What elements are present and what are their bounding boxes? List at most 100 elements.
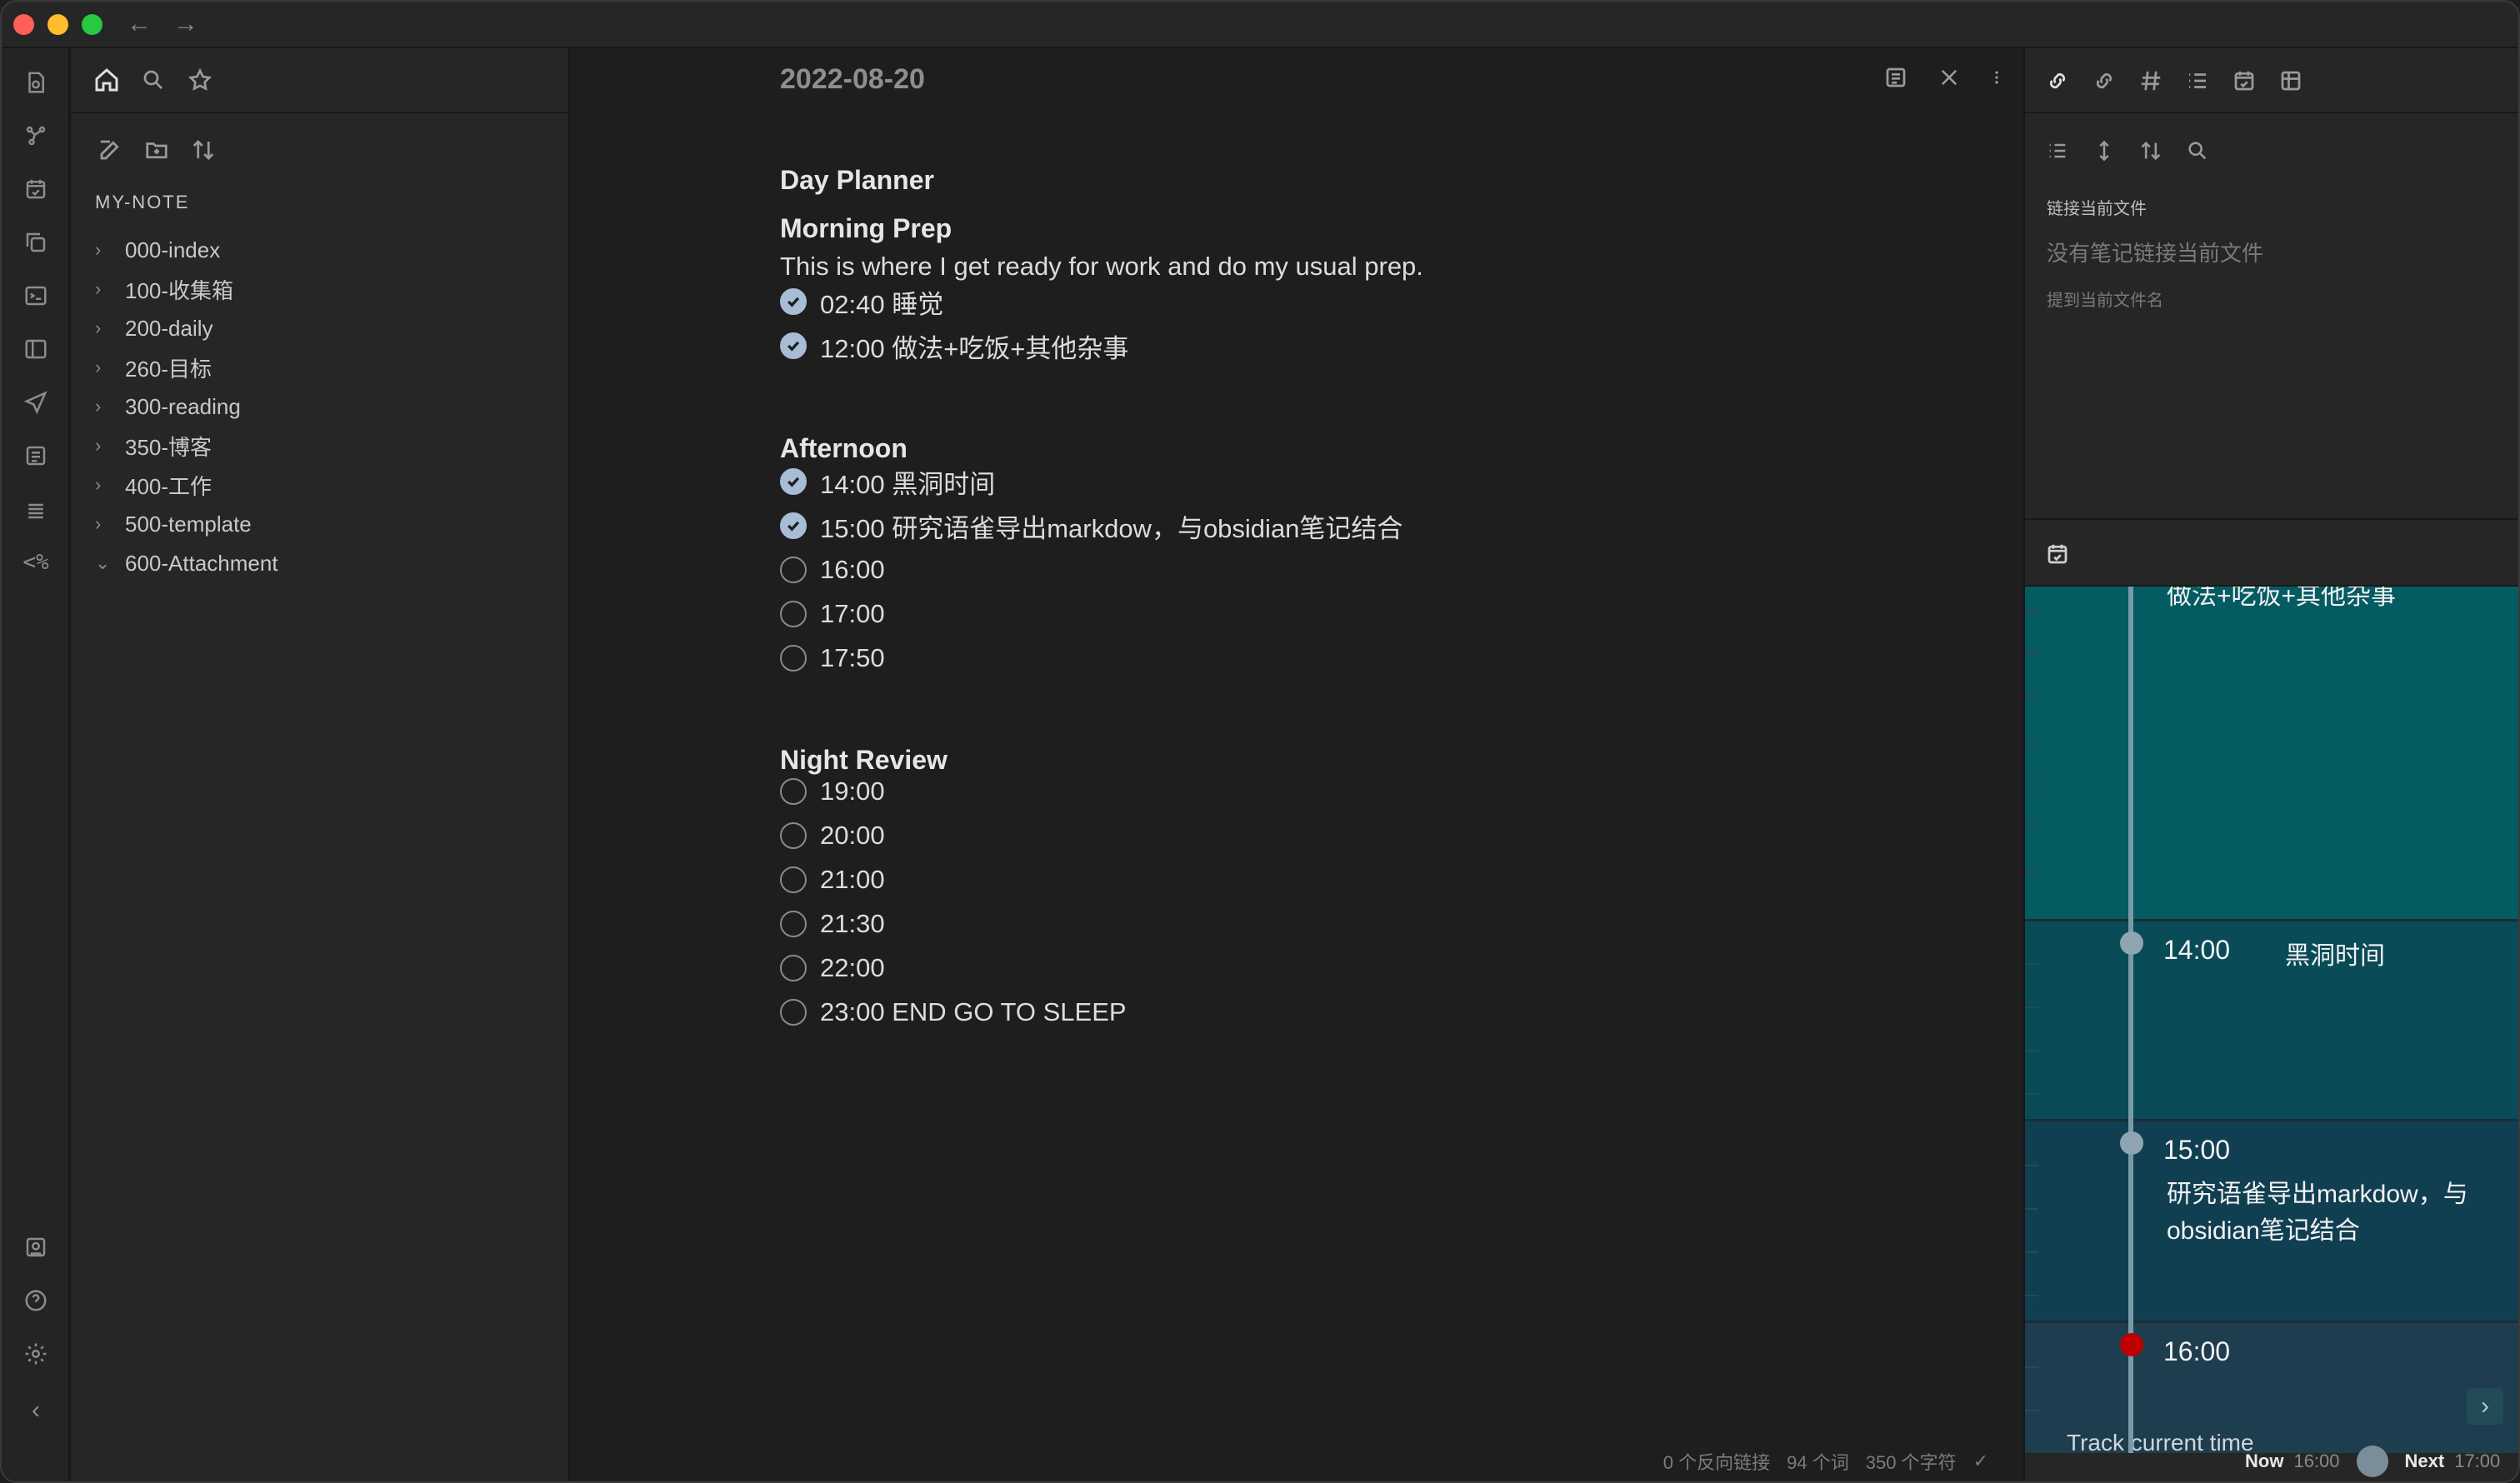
timeline-block[interactable]: 16:00 Track current time	[2025, 1323, 2518, 1453]
task-item[interactable]: 17:50	[780, 638, 885, 678]
tree-folder-100[interactable]: › 100-收集箱	[95, 271, 233, 307]
help-icon[interactable]	[18, 1283, 53, 1318]
checkbox-empty-icon[interactable]	[780, 601, 807, 627]
tree-folder-350[interactable]: › 350-博客	[95, 427, 212, 464]
minimize-window-button[interactable]	[48, 14, 68, 35]
hour-tick	[2025, 1050, 2038, 1051]
chevron-right-icon: ›	[95, 474, 102, 495]
hour-tick	[2025, 870, 2038, 871]
forward-arrow-icon[interactable]: →	[173, 8, 198, 40]
heading-afternoon: Afternoon	[780, 433, 908, 463]
timeline-dot	[2120, 1131, 2143, 1155]
tree-folder-200-daily[interactable]: › 200-daily	[95, 310, 213, 347]
tree-folder-600-attachment[interactable]: ⌄ 600-Attachment	[95, 545, 278, 582]
task-item[interactable]: 23:00 END GO TO SLEEP	[780, 992, 1127, 1032]
more-options-icon[interactable]	[1988, 63, 2005, 92]
unlinked-mentions-label[interactable]: 提到当前文件名	[2047, 287, 2163, 311]
checkbox-checked-icon[interactable]	[780, 468, 807, 495]
tree-folder-300-reading[interactable]: › 300-reading	[95, 388, 241, 425]
graph-view-icon[interactable]	[18, 118, 53, 153]
checkbox-empty-icon[interactable]	[780, 645, 807, 672]
task-item[interactable]: 17:00	[780, 594, 885, 634]
title-bar: ← →	[2, 2, 2518, 48]
chevron-right-icon[interactable]: ›	[2467, 1388, 2503, 1425]
task-item[interactable]: 22:00	[780, 948, 885, 988]
task-text: 02:40 睡觉	[820, 289, 944, 319]
editor-pane: 2022-08-20 Day Planner Morning Prep This…	[572, 48, 2022, 1481]
task-item[interactable]: 16:00	[780, 550, 885, 590]
note-title[interactable]: 2022-08-20	[780, 63, 925, 96]
timeline-block[interactable]: 15:00 研究语雀导出markdow，与 obsidian笔记结合	[2025, 1121, 2518, 1323]
templater-icon[interactable]: <%	[18, 545, 53, 580]
task-item[interactable]: 20:00	[780, 816, 885, 856]
checkbox-empty-icon[interactable]	[780, 822, 807, 849]
calendar-check-icon[interactable]	[2228, 65, 2260, 97]
collapse-results-icon[interactable]	[2042, 135, 2073, 167]
table-icon[interactable]	[2275, 65, 2307, 97]
next-time: 17:00	[2454, 1451, 2501, 1471]
search-icon[interactable]	[137, 63, 170, 97]
linked-mentions-label[interactable]: 链接当前文件	[2047, 195, 2147, 219]
task-text: 16:00	[820, 555, 885, 584]
tree-folder-260[interactable]: › 260-目标	[95, 349, 212, 386]
tree-folder-500-template[interactable]: › 500-template	[95, 506, 252, 542]
checkbox-checked-icon[interactable]	[780, 512, 807, 539]
sort-icon[interactable]	[187, 133, 220, 167]
task-item[interactable]: 14:00 黑洞时间	[780, 462, 995, 502]
tree-folder-000-index[interactable]: › 000-index	[95, 232, 220, 268]
stack-icon[interactable]	[18, 492, 53, 527]
outline-list-icon[interactable]	[2182, 65, 2213, 97]
task-item[interactable]: 21:30	[780, 904, 885, 944]
folder-label: 600-Attachment	[125, 550, 278, 576]
collapse-sidebar-icon[interactable]: ‹	[18, 1393, 53, 1428]
open-quick-switcher-icon[interactable]	[18, 65, 53, 100]
task-item[interactable]: 21:00	[780, 860, 885, 900]
checkbox-checked-icon[interactable]	[780, 288, 807, 315]
timeline-block[interactable]: 做法+吃饭+其他杂事	[2025, 587, 2518, 921]
home-icon[interactable]	[90, 63, 123, 97]
checkbox-empty-icon[interactable]	[780, 999, 807, 1026]
backlink-count[interactable]: 0 个反向链接	[1663, 1448, 1770, 1475]
hour-tick	[2025, 1366, 2038, 1368]
vault-name: MY-NOTE	[95, 192, 190, 212]
sort-icon[interactable]	[2135, 135, 2167, 167]
star-icon[interactable]	[183, 63, 217, 97]
chevron-right-icon: ›	[95, 513, 102, 534]
send-icon[interactable]	[18, 385, 53, 420]
file-explorer-sidebar: MY-NOTE › 000-index › 100-收集箱 › 200-daily ›…	[72, 48, 570, 1481]
settings-gear-icon[interactable]	[18, 1336, 53, 1371]
new-folder-icon[interactable]	[140, 133, 173, 167]
checkbox-empty-icon[interactable]	[780, 911, 807, 937]
timeline-block[interactable]: 14:00 黑洞时间	[2025, 921, 2518, 1121]
checkbox-empty-icon[interactable]	[780, 778, 807, 805]
checkbox-empty-icon[interactable]	[780, 557, 807, 583]
expand-context-icon[interactable]	[2088, 135, 2120, 167]
task-item[interactable]: 02:40 睡觉	[780, 282, 943, 322]
outgoing-links-icon[interactable]	[2088, 65, 2120, 97]
back-arrow-icon[interactable]: ←	[127, 8, 152, 40]
terminal-icon[interactable]	[18, 278, 53, 313]
list-box-icon[interactable]	[18, 438, 53, 473]
task-item[interactable]: 15:00 研究语雀导出markdow，与obsidian笔记结合	[780, 506, 1402, 546]
layout-icon[interactable]	[18, 332, 53, 367]
zoom-window-button[interactable]	[82, 14, 102, 35]
calendar-check-icon[interactable]	[2042, 538, 2073, 570]
tags-hash-icon[interactable]	[2135, 65, 2167, 97]
checkbox-checked-icon[interactable]	[780, 332, 807, 359]
folder-label: 200-daily	[125, 315, 213, 341]
chevron-right-icon: ›	[95, 357, 102, 377]
checkbox-empty-icon[interactable]	[780, 866, 807, 893]
task-item[interactable]: 12:00 做法+吃饭+其他杂事	[780, 326, 1128, 366]
close-window-button[interactable]	[13, 14, 34, 35]
reading-view-icon[interactable]	[1882, 63, 1910, 92]
calendar-check-icon[interactable]	[18, 172, 53, 207]
task-item[interactable]: 19:00	[780, 771, 885, 811]
backlinks-icon[interactable]	[2042, 65, 2073, 97]
close-tab-icon[interactable]	[1935, 63, 1963, 92]
tree-folder-400[interactable]: › 400-工作	[95, 467, 212, 503]
checkbox-empty-icon[interactable]	[780, 955, 807, 981]
copy-icon[interactable]	[18, 225, 53, 260]
search-icon[interactable]	[2182, 135, 2213, 167]
vault-switcher-icon[interactable]	[18, 1230, 53, 1265]
new-note-icon[interactable]	[93, 133, 127, 167]
